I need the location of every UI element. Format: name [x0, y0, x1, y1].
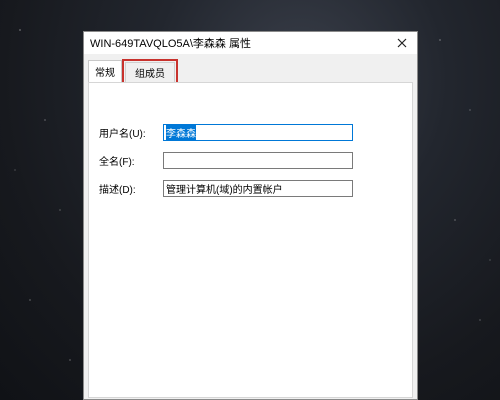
tab-member-of[interactable]: 组成员 — [122, 59, 178, 85]
description-label: 描述(D): — [99, 185, 136, 196]
username-row: 用户名(U): 李森森 — [99, 124, 353, 141]
username-value: 李森森 — [166, 125, 196, 140]
description-field[interactable]: 管理计算机(域)的内置帐户 — [163, 180, 353, 197]
username-label: 用户名(U): — [99, 129, 146, 140]
title-bar[interactable]: WIN-649TAVQLO5A\李森森 属性 — [84, 32, 417, 54]
tab-panel-general: 用户名(U): 李森森 全名(F): 描述(D): 管理计算机(域)的内置帐户 — [88, 82, 413, 398]
fullname-label: 全名(F): — [99, 157, 135, 168]
tab-strip: 常规 组成员 — [88, 59, 178, 85]
username-field[interactable]: 李森森 — [163, 124, 353, 141]
close-icon — [397, 38, 407, 48]
properties-dialog: WIN-649TAVQLO5A\李森森 属性 常规 组成员 用户名(U): 李森… — [83, 31, 418, 400]
fullname-row: 全名(F): — [99, 152, 353, 169]
description-row: 描述(D): 管理计算机(域)的内置帐户 — [99, 180, 353, 197]
tab-general[interactable]: 常规 — [88, 60, 122, 82]
fullname-field[interactable] — [163, 152, 353, 169]
window-title: WIN-649TAVQLO5A\李森森 属性 — [90, 38, 251, 50]
close-button[interactable] — [393, 34, 411, 52]
